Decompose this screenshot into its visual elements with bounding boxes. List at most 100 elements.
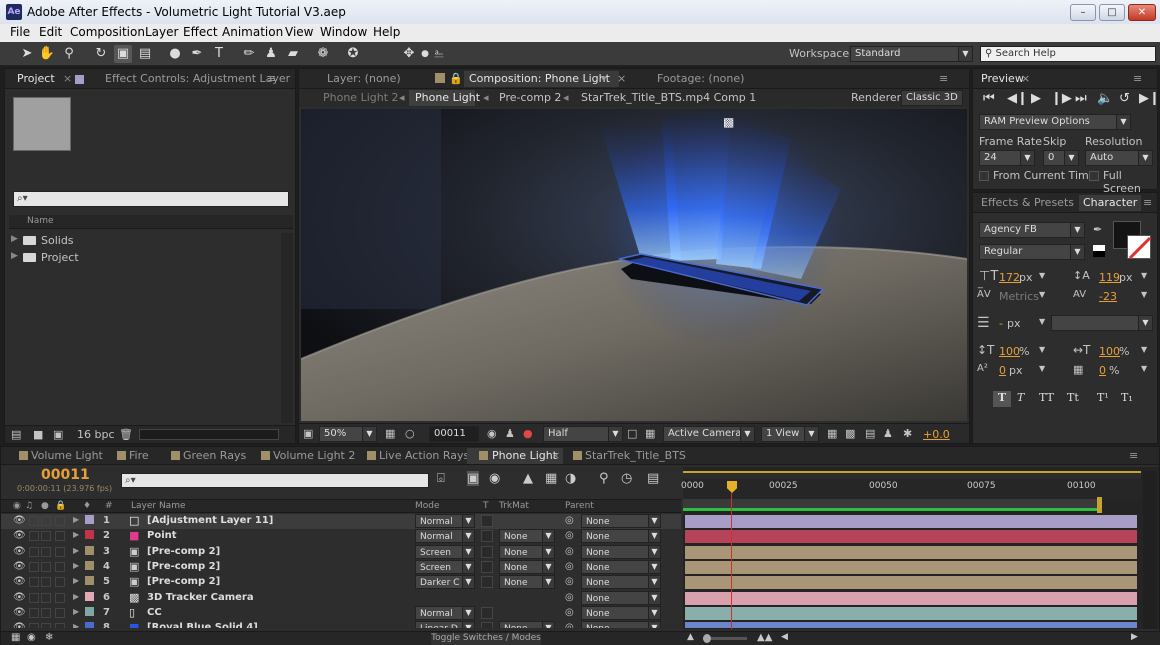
scroll-left-icon[interactable]: ◀ — [781, 632, 788, 642]
frame-blending-icon[interactable]: ▲ — [523, 471, 533, 486]
solo-toggle[interactable] — [41, 516, 51, 526]
leading-value[interactable]: 119 — [1099, 271, 1120, 284]
breadcrumb-item[interactable]: Phone Light 2 — [323, 91, 399, 104]
toggle-switches-modes-button[interactable]: Toggle Switches / Modes — [431, 633, 541, 645]
preserve-transparency-toggle[interactable] — [481, 560, 493, 573]
rotate-tool-icon[interactable]: ↻ — [92, 45, 110, 63]
view-axis-icon[interactable]: ⎁ — [430, 45, 448, 63]
layer-row[interactable]: 👁 ▶ 6 ▩ 3D Tracker Camera ◎ None ▼ — [1, 590, 681, 606]
layer-row[interactable]: 👁 ▶ 8 ■ [Royal Blue Solid 4] Linear D▼ None▼ ◎ N… — [1, 621, 681, 628]
tab-comp[interactable]: Green Rays — [183, 449, 246, 462]
puppet-tool-icon[interactable]: ✪ — [344, 45, 362, 63]
project-hscrollbar[interactable] — [139, 429, 279, 440]
chevron-down-icon[interactable]: ▼ — [1141, 364, 1147, 373]
label-column-icon[interactable]: ♦ — [83, 501, 91, 511]
parent-select[interactable]: None▼ — [581, 544, 661, 559]
parent-select[interactable]: None▼ — [581, 575, 661, 590]
timeline-zoom-slider[interactable] — [703, 634, 747, 643]
ellipse-tool-icon[interactable]: ● — [166, 45, 184, 63]
tab-comp[interactable]: Volume Light — [31, 449, 103, 462]
pick-whip-icon[interactable]: ◎ — [565, 515, 574, 526]
pick-whip-icon[interactable]: ◎ — [565, 592, 574, 603]
tab-layer-viewer[interactable]: Layer: (none) — [327, 72, 401, 85]
flowchart-icon[interactable]: ♟ — [883, 427, 893, 440]
project-item-folder[interactable]: ▶ Solids — [9, 233, 279, 249]
panel-menu-icon[interactable]: ≡ — [1129, 449, 1138, 462]
kerning-value[interactable]: Metrics — [999, 290, 1039, 303]
expand-arrow-icon[interactable]: ▶ — [73, 515, 79, 524]
tab-comp[interactable]: Live Action Rays — [379, 449, 469, 462]
comp-mini-flowchart-icon[interactable]: ⌻ — [437, 471, 445, 486]
label-color-swatch[interactable] — [85, 515, 94, 524]
zoom-select[interactable]: 50% ▼ — [319, 426, 377, 442]
solo-switch-icon[interactable]: ● — [41, 501, 49, 511]
exposure-value[interactable]: +0.0 — [923, 428, 950, 441]
preserve-transparency-toggle[interactable] — [481, 606, 493, 619]
timeline-search-input[interactable]: ⌕▾ — [121, 473, 429, 488]
ram-preview-options-select[interactable]: RAM Preview Options ▼ — [979, 114, 1131, 130]
timeline-vscrollbar[interactable] — [1143, 471, 1157, 629]
in-out-icon[interactable]: ❄ — [45, 632, 53, 643]
scroll-right-icon[interactable]: ▶ — [1131, 632, 1138, 642]
stroke-style-select[interactable]: ▼ — [1051, 315, 1153, 331]
selection-tool-icon[interactable]: ➤ — [18, 45, 36, 63]
zoom-slider-thumb[interactable] — [703, 634, 711, 643]
chevron-down-icon[interactable]: ▼ — [1039, 364, 1045, 373]
blend-mode-select[interactable]: Normal ▼ — [415, 514, 475, 528]
expand-arrow-icon[interactable]: ▶ — [73, 546, 79, 555]
expand-arrow-icon[interactable]: ▶ — [11, 234, 18, 244]
trkmat-column[interactable]: TrkMat — [499, 501, 529, 511]
new-folder-icon[interactable]: ■ — [33, 428, 43, 441]
font-style-select[interactable]: Regular ▼ — [979, 244, 1085, 260]
layer-name[interactable]: [Royal Blue Solid 4] — [147, 622, 258, 628]
eye-icon[interactable]: 👁 — [13, 576, 26, 587]
superscript-button[interactable]: T¹ — [1097, 391, 1109, 404]
track-matte-select[interactable]: None▼ — [499, 559, 555, 574]
snapshot-icon[interactable]: ◉ — [487, 427, 497, 440]
layer-name[interactable]: CC — [147, 607, 162, 618]
blend-mode-select[interactable]: Screen ▼ — [415, 559, 475, 574]
layer-duration-bar[interactable] — [685, 606, 1137, 620]
blend-mode-select[interactable]: Normal ▼ — [415, 529, 475, 544]
pick-whip-icon[interactable]: ◎ — [565, 607, 574, 618]
layer-duration-bar[interactable] — [685, 591, 1137, 605]
panel-menu-icon[interactable]: ≡ — [939, 72, 948, 85]
prev-frame-icon[interactable]: ◀❙ — [1007, 91, 1028, 106]
eye-icon[interactable]: 👁 — [13, 515, 26, 526]
menu-view[interactable]: View — [285, 25, 313, 39]
layer-switches-icon[interactable]: ▦ — [11, 632, 20, 643]
panel-menu-icon[interactable]: ≡ — [267, 72, 276, 85]
brush-tool-icon[interactable]: ✏ — [240, 45, 258, 63]
close-icon[interactable]: × — [63, 72, 72, 85]
close-icon[interactable]: × — [617, 72, 626, 85]
layer-duration-bar[interactable] — [685, 515, 1137, 528]
region-of-interest-icon[interactable]: □ — [627, 427, 637, 440]
lock-toggle[interactable] — [55, 592, 65, 603]
layer-row[interactable]: 👁 ▶ 4 ▣ [Pre-comp 2] Screen ▼ None ▼ ◎ None ▼ — [1, 559, 681, 575]
audio-toggle[interactable] — [29, 592, 39, 603]
mask-visibility-icon[interactable]: ○ — [405, 427, 415, 440]
layer-duration-bar[interactable] — [685, 576, 1137, 590]
transfer-controls-icon[interactable]: ◉ — [27, 632, 36, 643]
renderer-select[interactable]: Classic 3D — [901, 90, 963, 106]
column-name[interactable]: Name — [27, 216, 54, 226]
type-tool-icon[interactable]: T — [210, 45, 228, 63]
chevron-down-icon[interactable]: ▼ — [1141, 345, 1147, 354]
menu-window[interactable]: Window — [320, 25, 367, 39]
graph-editor-icon[interactable]: ◷ — [621, 471, 632, 486]
t-column[interactable]: T — [483, 501, 489, 511]
tab-effects-presets[interactable]: Effects & Presets — [981, 196, 1074, 209]
last-frame-icon[interactable]: ⏭ — [1075, 91, 1087, 106]
show-snapshot-icon[interactable]: ♟ — [505, 427, 515, 440]
blend-mode-select[interactable]: Linear D▼ — [415, 621, 475, 628]
tab-comp[interactable]: StarTrek_Title_BTS — [585, 449, 686, 462]
roto-brush-tool-icon[interactable]: ❁ — [314, 45, 332, 63]
eye-icon[interactable]: 👁 — [13, 592, 26, 603]
zoom-out-icon[interactable]: ▲ — [687, 632, 694, 642]
lock-toggle[interactable] — [55, 546, 65, 557]
menu-layer[interactable]: Layer — [145, 25, 178, 39]
close-icon[interactable]: × — [551, 449, 560, 462]
layer-name[interactable]: Point — [147, 530, 177, 541]
label-color-swatch[interactable] — [85, 530, 94, 540]
layer-name[interactable]: [Pre-comp 2] — [147, 576, 220, 587]
